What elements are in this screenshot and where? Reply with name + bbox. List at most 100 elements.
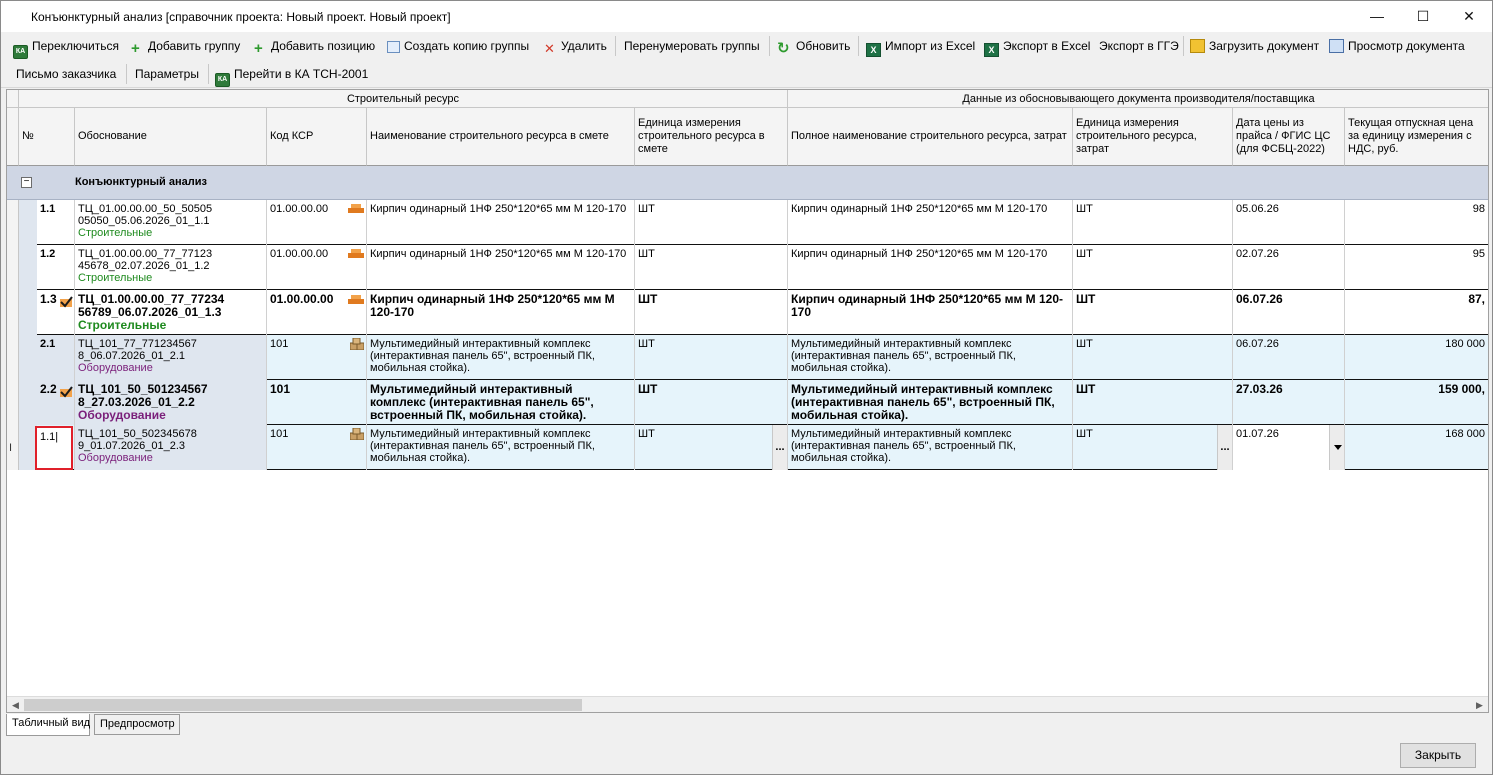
table-row[interactable]: 2.1 ТЦ_101_77_771234567 8_06.07.2026_01_… bbox=[19, 335, 1488, 380]
export-excel-button[interactable]: X Экспорт в Excel bbox=[984, 37, 1090, 57]
row-indicator-column bbox=[7, 200, 19, 470]
maximize-button[interactable]: ☐ bbox=[1400, 1, 1446, 32]
unit: ШТ bbox=[638, 428, 655, 440]
table-row[interactable]: 1.2 ТЦ_01.00.00.00_77_77123 45678_02.07.… bbox=[19, 245, 1488, 290]
category-label: Оборудование bbox=[78, 362, 153, 374]
toolbar-separator bbox=[615, 36, 616, 56]
close-button[interactable]: Закрыть bbox=[1400, 743, 1476, 768]
price-date: 06.07.26 bbox=[1233, 290, 1345, 335]
plus-icon: + bbox=[131, 40, 140, 57]
row-number-edit-input[interactable]: 1.1| bbox=[35, 426, 73, 470]
header-full-name[interactable]: Полное наименование строительного ресурс… bbox=[788, 108, 1073, 166]
view-document-icon bbox=[1329, 39, 1344, 53]
tab-preview[interactable]: Предпросмотр bbox=[94, 714, 180, 735]
equipment-boxes-icon bbox=[349, 337, 365, 351]
customer-letter-button[interactable]: Письмо заказчика bbox=[16, 65, 116, 83]
row-number: 1.2 bbox=[40, 248, 56, 260]
header-resource-name[interactable]: Наименование строительного ресурса в сме… bbox=[367, 108, 635, 166]
full-name: Мультимедийный интерактивный комплекс (и… bbox=[788, 380, 1073, 425]
basis-line: ТЦ_01.00.00.00_77_77123 bbox=[78, 248, 213, 260]
category-label: Оборудование bbox=[78, 408, 166, 422]
table-row[interactable]: 1.3 ТЦ_01.00.00.00_77_77234 56789_06.07.… bbox=[19, 290, 1488, 335]
level-indent bbox=[19, 245, 37, 290]
table-row[interactable]: 1.1 ТЦ_01.00.00.00_50_50505 05050_05.06.… bbox=[19, 200, 1488, 245]
scroll-thumb[interactable] bbox=[24, 699, 582, 711]
collapse-toggle[interactable]: − bbox=[21, 177, 32, 188]
add-position-button[interactable]: + Добавить позицию bbox=[254, 37, 375, 57]
import-excel-button[interactable]: X Импорт из Excel bbox=[866, 37, 975, 57]
unit-ellipsis-button[interactable]: ... bbox=[772, 425, 787, 470]
unit2: ШТ bbox=[1073, 200, 1233, 245]
group-row[interactable]: − Конъюнктурный анализ bbox=[7, 166, 1488, 200]
window-title: Конъюнктурный анализ [справочник проекта… bbox=[31, 10, 451, 24]
minimize-button[interactable]: — bbox=[1354, 1, 1400, 32]
unit: ШТ bbox=[635, 290, 788, 335]
unit: ШТ bbox=[635, 335, 788, 380]
full-name: Кирпич одинарный 1НФ 250*120*65 мм М 120… bbox=[788, 290, 1073, 335]
ksr-code: 101 bbox=[270, 338, 289, 350]
scroll-left-icon[interactable]: ◀ bbox=[8, 699, 23, 711]
refresh-button[interactable]: ↻ Обновить bbox=[777, 37, 850, 57]
level-indent bbox=[19, 380, 37, 425]
unit2-ellipsis-button[interactable]: ... bbox=[1217, 425, 1232, 470]
basis-line: 8_06.07.2026_01_2.1 bbox=[78, 350, 186, 362]
folder-icon bbox=[1190, 39, 1205, 53]
price-date: 02.07.26 bbox=[1233, 245, 1345, 290]
date-dropdown-button[interactable] bbox=[1329, 425, 1344, 470]
unit: ШТ bbox=[635, 380, 788, 425]
ksr-code: 101 bbox=[270, 382, 291, 396]
horizontal-scrollbar[interactable]: ◀ ▶ bbox=[7, 696, 1488, 712]
header-unit2[interactable]: Единица измерения строительного ресурса,… bbox=[1073, 108, 1233, 166]
full-name: Мультимедийный интерактивный комплекс (и… bbox=[788, 335, 1073, 380]
ksr-code: 01.00.00.00 bbox=[270, 248, 329, 260]
price: 95 bbox=[1345, 245, 1488, 290]
load-document-button[interactable]: Загрузить документ bbox=[1190, 37, 1319, 55]
excel-icon: X bbox=[984, 43, 999, 57]
refresh-icon: ↻ bbox=[777, 40, 790, 57]
price: 159 000, bbox=[1345, 380, 1488, 425]
toolbar-separator bbox=[858, 36, 859, 56]
parameters-button[interactable]: Параметры bbox=[135, 65, 199, 83]
resource-name: Мультимедийный интерактивный комплекс (и… bbox=[367, 380, 635, 425]
basis-line: ТЦ_101_50_502345678 bbox=[78, 428, 197, 440]
close-window-button[interactable]: ✕ bbox=[1446, 1, 1492, 32]
scroll-right-icon[interactable]: ▶ bbox=[1472, 699, 1487, 711]
price: 98 bbox=[1345, 200, 1488, 245]
header-basis[interactable]: Обоснование bbox=[75, 108, 267, 166]
header-unit[interactable]: Единица измерения строительного ресурса … bbox=[635, 108, 788, 166]
header-ksr-code[interactable]: Код КСР bbox=[267, 108, 367, 166]
level-indent bbox=[19, 335, 37, 380]
add-group-button[interactable]: + Добавить группу bbox=[131, 37, 240, 57]
secondary-toolbar: Письмо заказчика Параметры КА Перейти в К… bbox=[1, 60, 1492, 88]
full-name: Кирпич одинарный 1НФ 250*120*65 мм М 120… bbox=[788, 200, 1073, 245]
price: 87, bbox=[1345, 290, 1488, 335]
switch-button[interactable]: КА Переключиться bbox=[13, 37, 119, 59]
price-date: 01.07.26 bbox=[1236, 428, 1279, 440]
header-number[interactable]: № bbox=[19, 108, 75, 166]
table-row-editing[interactable]: ТЦ_101_50_502345678 9_01.07.2026_01_2.3 … bbox=[19, 425, 1488, 470]
tab-table-view[interactable]: Табличный вид bbox=[6, 714, 90, 736]
price-date: 27.03.26 bbox=[1233, 380, 1345, 425]
toolbar-separator bbox=[769, 36, 770, 56]
header-price-date[interactable]: Дата цены из прайса / ФГИС ЦС (для ФСБЦ-… bbox=[1233, 108, 1345, 166]
renumber-groups-button[interactable]: Перенумеровать группы bbox=[624, 37, 760, 55]
band-spacer bbox=[7, 90, 19, 108]
delete-button[interactable]: ✕ Удалить bbox=[544, 37, 607, 56]
copy-group-button[interactable]: Создать копию группы bbox=[387, 37, 529, 55]
view-document-button[interactable]: Просмотр документа bbox=[1329, 37, 1465, 55]
table-row[interactable]: 2.2 ТЦ_101_50_501234567 8_27.03.2026_01_… bbox=[19, 380, 1488, 425]
toolbar-separator bbox=[126, 64, 127, 84]
brick-icon bbox=[348, 204, 364, 213]
basis-line: 9_01.07.2026_01_2.3 bbox=[78, 440, 186, 452]
full-name: Кирпич одинарный 1НФ 250*120*65 мм М 120… bbox=[788, 245, 1073, 290]
excel-icon: X bbox=[866, 43, 881, 57]
band-resource: Строительный ресурс bbox=[19, 90, 788, 108]
basis-line: ТЦ_101_77_771234567 bbox=[78, 338, 197, 350]
category-label: Строительные bbox=[78, 318, 167, 332]
unit2: ШТ bbox=[1073, 290, 1233, 335]
header-price[interactable]: Текущая отпускная цена за единицу измере… bbox=[1345, 108, 1488, 166]
export-gge-button[interactable]: Экспорт в ГГЭ bbox=[1099, 37, 1179, 55]
goto-ka-button[interactable]: КА Перейти в КА ТСН-2001 bbox=[215, 65, 368, 87]
text-cursor-icon: I bbox=[9, 442, 13, 454]
row-number: 1.3 bbox=[40, 292, 57, 306]
